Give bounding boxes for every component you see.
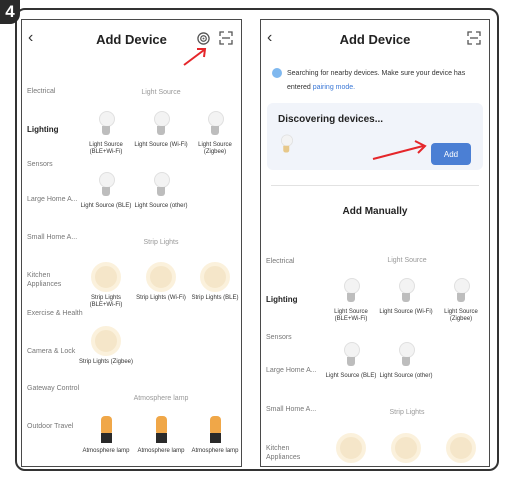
sidebar-item-kitchen[interactable]: Kitchen Appliances [27,271,83,289]
sidebar-item-camera[interactable]: Camera & Lock [27,347,83,356]
bulb-icon [91,170,121,200]
device-light-source-zigbee[interactable]: Light Source (Zigbee) [433,276,489,323]
bulb-icon [146,109,176,139]
strip-light-icon [336,433,366,463]
section-title-strip-lights: Strip Lights [389,409,425,416]
device-atmosphere-lamp-3[interactable]: Atmosphere lamp [187,415,241,455]
device-strip-lights-wifi[interactable]: Strip Lights (Wi-Fi) [133,260,189,302]
sidebar-item-small-home[interactable]: Small Home A... [27,233,83,242]
discovering-label: Discovering devices... [278,114,384,125]
device-strip-lights-ble-wifi[interactable]: Strip Lights (BLE+Wi-Fi) [78,260,134,309]
strip-light-icon [91,326,121,356]
sidebar-item-large-home[interactable]: Large Home A... [266,366,322,375]
strip-light-icon [446,433,476,463]
sidebar-item-sensors[interactable]: Sensors [266,333,322,342]
red-arrow-icon [183,48,207,66]
bulb-icon [391,276,421,306]
device-strip-light[interactable] [378,431,434,466]
section-title-light-source: Light Source [141,89,181,96]
red-arrow-icon [372,140,427,160]
device-atmosphere-lamp-2[interactable]: Atmosphere lamp [133,415,189,455]
device-light-source-wifi[interactable]: Light Source (Wi-Fi) [133,109,189,149]
bulb-icon [146,170,176,200]
divider [271,185,479,186]
lamp-icon [91,415,121,445]
device-light-source-ble[interactable]: Light Source (BLE) [78,170,134,210]
pairing-mode-link[interactable]: pairing mode. [313,84,355,91]
device-strip-lights-ble[interactable]: Strip Lights (BLE) [187,260,241,302]
bulb-icon [91,109,121,139]
device-light-source-other[interactable]: Light Source (other) [378,340,434,380]
phone-screen-right: ‹ Add Device Searching for nearby device… [260,19,490,467]
strip-light-icon [391,433,421,463]
bulb-icon [336,340,366,370]
device-light-source-ble[interactable]: Light Source (BLE) [323,340,379,380]
sidebar-item-electrical[interactable]: Electrical [27,87,83,96]
device-light-source-zigbee[interactable]: Light Source (Zigbee) [187,109,241,156]
device-light-source-ble-wifi[interactable]: Light Source (BLE+Wi-Fi) [323,276,379,323]
bulb-icon [336,276,366,306]
device-light-source-other[interactable]: Light Source (other) [133,170,189,210]
sidebar-item-gateway[interactable]: Gateway Control [27,384,83,393]
device-light-source-ble-wifi[interactable]: Light Source (BLE+Wi-Fi) [78,109,134,156]
device-strip-light[interactable] [433,431,489,466]
step-badge: 4 [0,0,20,24]
header: ‹ Add Device [261,20,489,60]
searching-message: Searching for nearby devices. Make sure … [287,70,466,91]
lamp-icon [200,415,230,445]
scan-qr-icon[interactable] [219,31,233,45]
sidebar-item-kitchen[interactable]: Kitchen Appliances [266,444,322,462]
sidebar-item-electrical[interactable]: Electrical [266,257,322,266]
lamp-icon [146,415,176,445]
scan-qr-icon[interactable] [467,31,481,45]
section-title-strip-lights: Strip Lights [143,239,179,246]
section-title-light-source: Light Source [387,257,427,264]
sidebar-item-outdoor[interactable]: Outdoor Travel [27,422,83,431]
sidebar-item-exercise[interactable]: Exercise & Health [27,309,83,318]
bulb-icon [391,340,421,370]
strip-light-icon [200,262,230,292]
bulb-icon [446,276,476,306]
bluetooth-search-icon [272,68,282,78]
strip-light-icon [146,262,176,292]
sidebar-item-small-home[interactable]: Small Home A... [266,405,322,414]
strip-light-icon [91,262,121,292]
device-light-source-wifi[interactable]: Light Source (Wi-Fi) [378,276,434,316]
sidebar-item-lighting[interactable]: Lighting [27,125,83,134]
add-button[interactable]: Add [431,143,471,165]
bulb-icon [275,133,305,163]
page-title: Add Device [339,32,411,47]
bulb-icon [200,109,230,139]
add-manually-heading: Add Manually [342,206,408,217]
sidebar-item-lighting[interactable]: Lighting [266,295,322,304]
phone-screen-left: ‹ Add Device Electrical Lighting Sensors… [21,19,242,467]
sidebar-item-large-home[interactable]: Large Home A... [27,195,83,204]
device-strip-light[interactable] [323,431,379,466]
section-title-atmosphere-lamp: Atmosphere lamp [133,395,189,402]
device-atmosphere-lamp-1[interactable]: Atmosphere lamp [78,415,134,455]
sidebar-item-sensors[interactable]: Sensors [27,160,83,169]
device-strip-lights-zigbee[interactable]: Strip Lights (Zigbee) [78,324,134,366]
